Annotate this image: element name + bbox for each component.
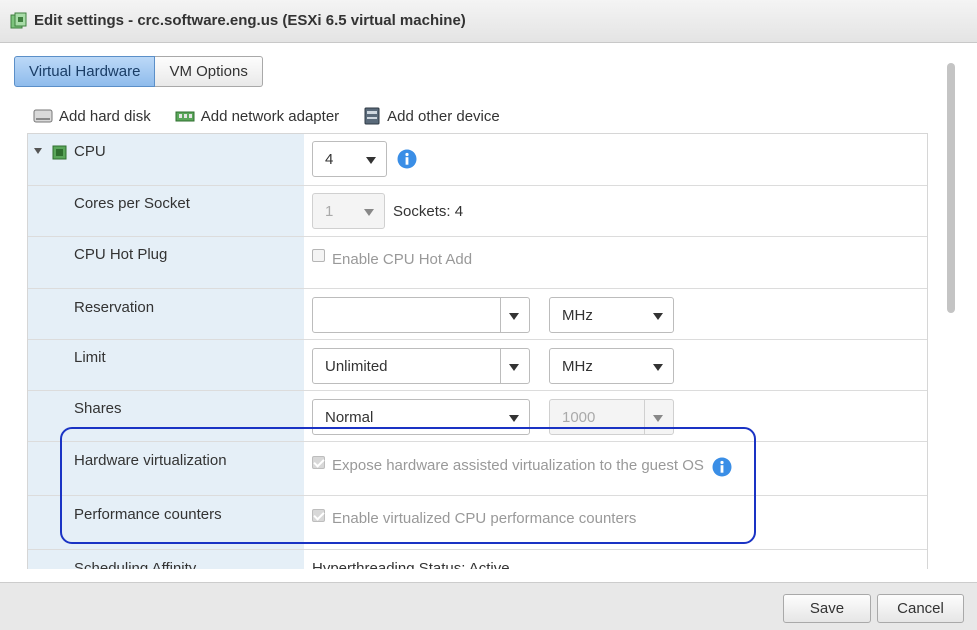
dropdown-arrow-icon bbox=[653, 415, 663, 422]
add-other-device-label: Add other device bbox=[387, 107, 500, 125]
dialog-titlebar: Edit settings - crc.software.eng.us (ESX… bbox=[0, 0, 977, 43]
dropdown-arrow-icon bbox=[653, 364, 663, 371]
limit-label: Limit bbox=[74, 349, 106, 366]
info-icon[interactable] bbox=[712, 457, 732, 477]
cpu-count-select[interactable]: 4 bbox=[312, 141, 387, 177]
reservation-unit-select[interactable]: MHz bbox=[549, 297, 674, 333]
cpu-row: CPU 4 bbox=[28, 134, 927, 186]
performance-counters-checkbox[interactable] bbox=[312, 509, 325, 522]
dropdown-arrow-icon bbox=[364, 209, 374, 216]
dropdown-arrow-icon bbox=[509, 364, 519, 371]
shares-row: Shares Normal 1000 bbox=[28, 391, 927, 442]
dropdown-arrow-icon bbox=[509, 415, 519, 422]
cores-per-socket-row: Cores per Socket 1 Sockets: 4 bbox=[28, 186, 927, 237]
cpu-hot-add-checkbox[interactable] bbox=[312, 249, 325, 262]
hardware-virtualization-option-label: Expose hardware assisted virtualization … bbox=[332, 457, 704, 474]
info-icon[interactable] bbox=[397, 149, 417, 169]
tab-vm-options[interactable]: VM Options bbox=[155, 56, 263, 87]
hardware-settings-grid: CPU 4 Cores per Socket 1 Sockets: 4 CPU … bbox=[27, 133, 928, 569]
cpu-chip-icon bbox=[52, 145, 67, 160]
performance-counters-label: Performance counters bbox=[74, 506, 222, 523]
cpu-label: CPU bbox=[74, 143, 106, 160]
add-network-adapter-label: Add network adapter bbox=[200, 107, 340, 125]
tab-virtual-hardware[interactable]: Virtual Hardware bbox=[14, 56, 156, 87]
shares-label: Shares bbox=[74, 400, 122, 417]
scheduling-affinity-row: Scheduling Affinity Hyperthreading Statu… bbox=[28, 550, 927, 569]
cpu-hot-plug-label: CPU Hot Plug bbox=[74, 246, 168, 263]
shares-select[interactable]: Normal bbox=[312, 399, 530, 435]
cores-per-socket-select[interactable]: 1 bbox=[312, 193, 385, 229]
dropdown-arrow-icon bbox=[366, 157, 376, 164]
sockets-count: Sockets: 4 bbox=[393, 203, 464, 220]
vertical-scrollbar[interactable] bbox=[944, 60, 958, 570]
limit-combobox[interactable]: Unlimited bbox=[312, 348, 530, 384]
reservation-combobox[interactable] bbox=[312, 297, 530, 333]
add-hard-disk-button[interactable]: Add hard disk bbox=[33, 107, 151, 125]
limit-unit-select[interactable]: MHz bbox=[549, 348, 674, 384]
dialog-footer: Save Cancel bbox=[0, 582, 977, 630]
dropdown-arrow-icon bbox=[653, 313, 663, 320]
save-button[interactable]: Save bbox=[783, 594, 871, 623]
hard-disk-icon bbox=[33, 109, 53, 123]
shares-amount-combobox[interactable]: 1000 bbox=[549, 399, 674, 435]
cancel-button[interactable]: Cancel bbox=[877, 594, 964, 623]
collapse-caret-icon[interactable] bbox=[34, 148, 42, 154]
cpu-hot-add-label: Enable CPU Hot Add bbox=[332, 251, 473, 268]
hardware-toolbar: Add hard disk Add network adapter Add ot… bbox=[33, 104, 524, 128]
add-hard-disk-label: Add hard disk bbox=[59, 107, 151, 125]
network-adapter-icon bbox=[175, 111, 195, 122]
scheduling-affinity-label: Scheduling Affinity bbox=[74, 560, 197, 569]
dropdown-arrow-icon bbox=[509, 313, 519, 320]
cpu-hot-plug-row: CPU Hot Plug Enable CPU Hot Add bbox=[28, 237, 927, 289]
settings-tabs: Virtual Hardware VM Options bbox=[14, 56, 263, 87]
performance-counters-option-label: Enable virtualized CPU performance count… bbox=[332, 510, 637, 527]
cores-per-socket-label: Cores per Socket bbox=[74, 195, 190, 212]
hyperthreading-status: Hyperthreading Status: Active bbox=[312, 560, 510, 569]
add-network-adapter-button[interactable]: Add network adapter bbox=[175, 107, 339, 125]
other-device-icon bbox=[364, 107, 380, 125]
dialog-title: Edit settings - crc.software.eng.us (ESX… bbox=[34, 12, 466, 29]
vm-edit-icon bbox=[10, 12, 27, 29]
reservation-label: Reservation bbox=[74, 299, 155, 316]
add-other-device-button[interactable]: Add other device bbox=[363, 107, 500, 125]
hardware-virtualization-row: Hardware virtualization Expose hardware … bbox=[28, 442, 927, 496]
scrollbar-thumb[interactable] bbox=[947, 63, 955, 313]
hardware-virtualization-label: Hardware virtualization bbox=[74, 452, 227, 469]
performance-counters-row: Performance counters Enable virtualized … bbox=[28, 496, 927, 550]
reservation-row: Reservation MHz bbox=[28, 289, 927, 340]
hardware-virtualization-checkbox[interactable] bbox=[312, 456, 325, 469]
limit-row: Limit Unlimited MHz bbox=[28, 340, 927, 391]
